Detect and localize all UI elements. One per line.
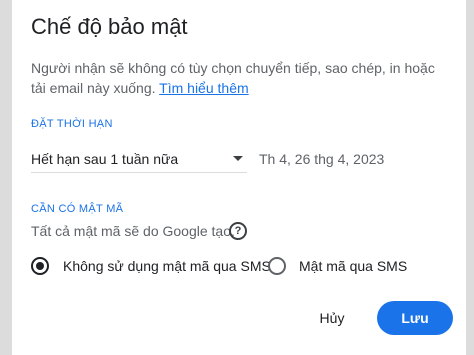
help-circle-icon[interactable]: ? [229, 222, 247, 240]
no-sms-passcode-label[interactable]: Không sử dụng mật mã qua SMS [63, 258, 271, 274]
dropdown-arrow-icon [233, 156, 243, 161]
expiry-select[interactable]: Hết hạn sau 1 tuần nữa [31, 148, 247, 173]
dialog-description: Người nhận sẽ không có tùy chọn chuyển t… [31, 58, 451, 98]
expiry-selected-value: Hết hạn sau 1 tuần nữa [31, 151, 179, 167]
no-sms-passcode-radio[interactable] [31, 257, 49, 275]
radio-selected-dot [36, 262, 44, 270]
expiry-section-label: ĐẶT THỜI HẠN [31, 118, 113, 130]
learn-more-link[interactable]: Tìm hiểu thêm [159, 80, 248, 96]
dialog-title: Chế độ bảo mật [31, 14, 188, 39]
save-button[interactable]: Lưu [377, 301, 453, 335]
cancel-button[interactable]: Hủy [310, 303, 354, 333]
passcode-section-label: CẦN CÓ MẬT MÃ [31, 203, 124, 215]
sms-passcode-radio[interactable] [268, 257, 286, 275]
passcode-note: Tất cả mật mã sẽ do Google tạo. [31, 223, 235, 239]
expiry-date: Th 4, 26 thg 4, 2023 [259, 151, 385, 167]
background-left-edge [0, 0, 12, 355]
sms-passcode-label[interactable]: Mật mã qua SMS [299, 258, 407, 274]
confidential-mode-dialog: Chế độ bảo mật Người nhận sẽ không có tù… [12, 0, 466, 355]
background-right-edge [466, 0, 474, 355]
